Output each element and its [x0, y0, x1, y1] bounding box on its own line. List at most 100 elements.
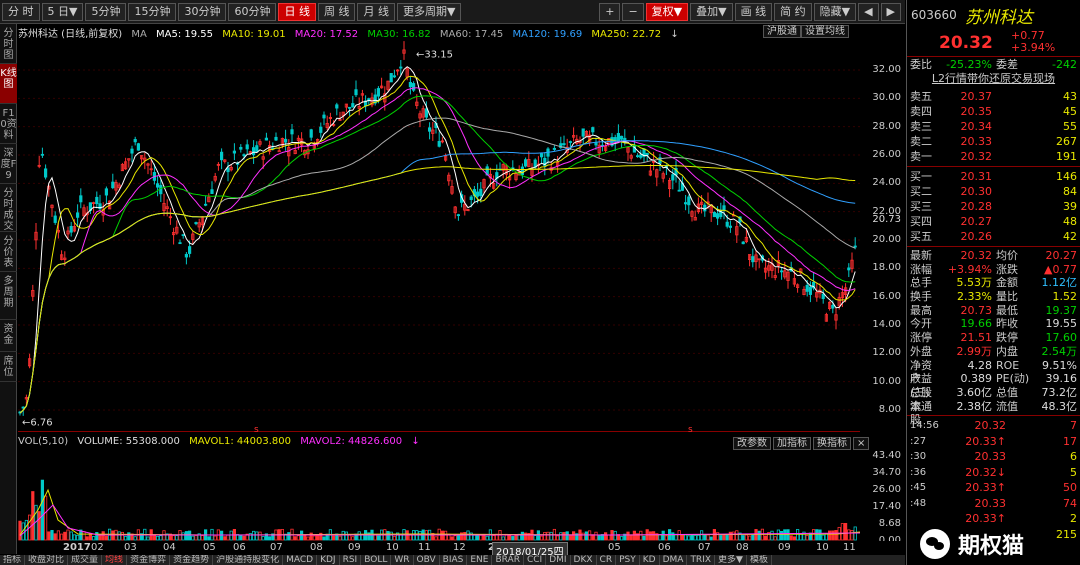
- toolbar-button-1[interactable]: −: [622, 3, 644, 21]
- indicator-tab-17[interactable]: DMI: [546, 555, 571, 565]
- indicator-tab-11[interactable]: WR: [391, 555, 414, 565]
- indicator-tab-16[interactable]: CCI: [524, 555, 547, 565]
- indicator-tab-24[interactable]: 更多▼: [715, 555, 747, 565]
- indicator-tab-20[interactable]: PSY: [616, 555, 640, 565]
- side-tab-5[interactable]: 分价表: [0, 232, 17, 272]
- indicator-tab-4[interactable]: 资金博弈: [127, 555, 171, 565]
- period-button-3[interactable]: 15分钟: [128, 2, 177, 21]
- volume-bar: [629, 534, 633, 541]
- indicator-tab-12[interactable]: OBV: [414, 555, 440, 565]
- toolbar-button-4[interactable]: 画 线: [734, 3, 773, 21]
- stat-value: 4.28: [967, 358, 993, 372]
- volume-bar: [821, 534, 825, 541]
- indicator-tab-25[interactable]: 模板: [747, 555, 772, 565]
- volume-bar: [101, 531, 105, 541]
- indicator-tab-14[interactable]: ENE: [467, 555, 493, 565]
- volume-bar: [748, 535, 752, 541]
- period-button-9[interactable]: 更多周期▼: [396, 2, 462, 21]
- candle-body: [210, 189, 214, 194]
- indicator-tab-18[interactable]: DKX: [571, 555, 597, 565]
- side-tab-6[interactable]: 多周期: [0, 272, 17, 320]
- side-tab-7[interactable]: 资金: [0, 320, 17, 352]
- period-button-6[interactable]: 日 线: [278, 2, 316, 21]
- volume-bar: [50, 529, 54, 541]
- ask-row: 卖四 20.35 45: [907, 104, 1080, 119]
- tick-price: 20.32: [974, 419, 1007, 433]
- side-tab-3[interactable]: 深度F9: [0, 144, 17, 184]
- period-button-7[interactable]: 周 线: [317, 2, 356, 21]
- period-button-2[interactable]: 5分钟: [85, 2, 127, 21]
- stat-label: 量比: [996, 290, 1018, 304]
- tick-price: 20.32↓: [965, 465, 1006, 479]
- toolbar-button-6[interactable]: 隐藏▼: [813, 3, 857, 21]
- period-button-1[interactable]: 5 日▼: [41, 2, 84, 21]
- indicator-tab-22[interactable]: DMA: [660, 555, 688, 565]
- indicator-tab-9[interactable]: RSI: [340, 555, 362, 565]
- period-button-4[interactable]: 30分钟: [178, 2, 227, 21]
- candle-body: [242, 154, 246, 157]
- price-tick-label: 18.00: [872, 262, 901, 274]
- date-label: 10: [816, 542, 829, 553]
- indicator-tab-3[interactable]: 均线: [102, 555, 128, 565]
- volume-bar: [261, 536, 265, 541]
- volume-button-1[interactable]: 加指标: [773, 437, 811, 450]
- indicator-tab-5[interactable]: 资金趋势: [170, 555, 214, 565]
- indicator-tab-2[interactable]: 成交量: [68, 555, 103, 565]
- stat-value: 39.16: [1045, 372, 1078, 386]
- indicator-tab-23[interactable]: TRIX: [687, 555, 716, 565]
- candle-body: [594, 142, 598, 146]
- stat-row: 今开 19.66 昨收 19.55: [907, 317, 1080, 331]
- side-tab-2[interactable]: F10资料: [0, 104, 17, 144]
- indicator-tab-13[interactable]: BIAS: [440, 555, 468, 565]
- volume-buttons: 改参数 加指标 换指标 ×: [733, 437, 871, 450]
- shanghai-connect-button[interactable]: 沪股通: [763, 25, 801, 38]
- volume-bar: [303, 534, 307, 541]
- ma120-line: [19, 140, 856, 414]
- period-button-8[interactable]: 月 线: [357, 2, 395, 21]
- candle-body: [639, 154, 643, 158]
- volume-button-3[interactable]: ×: [853, 437, 870, 450]
- indicator-tab-10[interactable]: BOLL: [361, 555, 392, 565]
- toolbar-button-8[interactable]: ▶: [880, 3, 901, 21]
- side-tab-8[interactable]: 席位: [0, 352, 17, 382]
- indicator-tab-1[interactable]: 收盘对比: [25, 555, 69, 565]
- volume-tick-label: 8.68: [878, 518, 901, 529]
- indicator-tab-0[interactable]: 指标: [0, 555, 26, 565]
- l2-banner[interactable]: L2行情带你还原交易现场: [907, 71, 1080, 89]
- period-button-5[interactable]: 60分钟: [228, 2, 277, 21]
- side-tab-4[interactable]: 分时成交: [0, 184, 17, 232]
- candle-body: [636, 155, 640, 158]
- ask-price: 20.37: [960, 90, 993, 103]
- indicator-tab-19[interactable]: CR: [597, 555, 617, 565]
- candle-body: [568, 141, 573, 143]
- indicator-tab-7[interactable]: MACD: [283, 555, 318, 565]
- side-tab-1[interactable]: K线图: [0, 64, 17, 104]
- candle-body: [203, 203, 208, 206]
- volume-bar: [594, 531, 598, 541]
- volume-chart[interactable]: [18, 450, 861, 542]
- ask-label: 卖一: [910, 150, 932, 163]
- volume-bar: [613, 530, 617, 541]
- toolbar-button-5[interactable]: 简 约: [774, 3, 812, 21]
- ma-settings-button[interactable]: 设置均线: [801, 25, 849, 38]
- kline-chart[interactable]: ←33.15 ←6.76 s s: [18, 40, 860, 435]
- change-percent: +3.94%: [1011, 41, 1056, 54]
- indicator-tab-15[interactable]: BRAR: [492, 555, 524, 565]
- side-tab-0[interactable]: 分时图: [0, 24, 17, 64]
- volume-bar: [556, 535, 560, 541]
- indicator-tab-6[interactable]: 沪股通持股变化: [213, 555, 284, 565]
- toolbar-button-3[interactable]: 叠加▼: [690, 3, 733, 21]
- candle-body: [43, 168, 48, 178]
- tick-time: :30: [910, 451, 927, 463]
- volume-bar: [664, 535, 669, 541]
- volume-button-0[interactable]: 改参数: [733, 437, 771, 450]
- stat-row: 外盘 2.99万 内盘 2.54万: [907, 345, 1080, 359]
- indicator-tab-21[interactable]: KD: [640, 555, 660, 565]
- volume-button-2[interactable]: 换指标: [813, 437, 851, 450]
- toolbar-button-7[interactable]: ◀: [858, 3, 879, 21]
- toolbar-button-0[interactable]: +: [599, 3, 621, 21]
- indicator-tab-8[interactable]: KDJ: [317, 555, 340, 565]
- toolbar-button-2[interactable]: 复权▼: [645, 3, 689, 21]
- period-button-0[interactable]: 分 时: [2, 2, 40, 21]
- volume-bar: [92, 536, 96, 541]
